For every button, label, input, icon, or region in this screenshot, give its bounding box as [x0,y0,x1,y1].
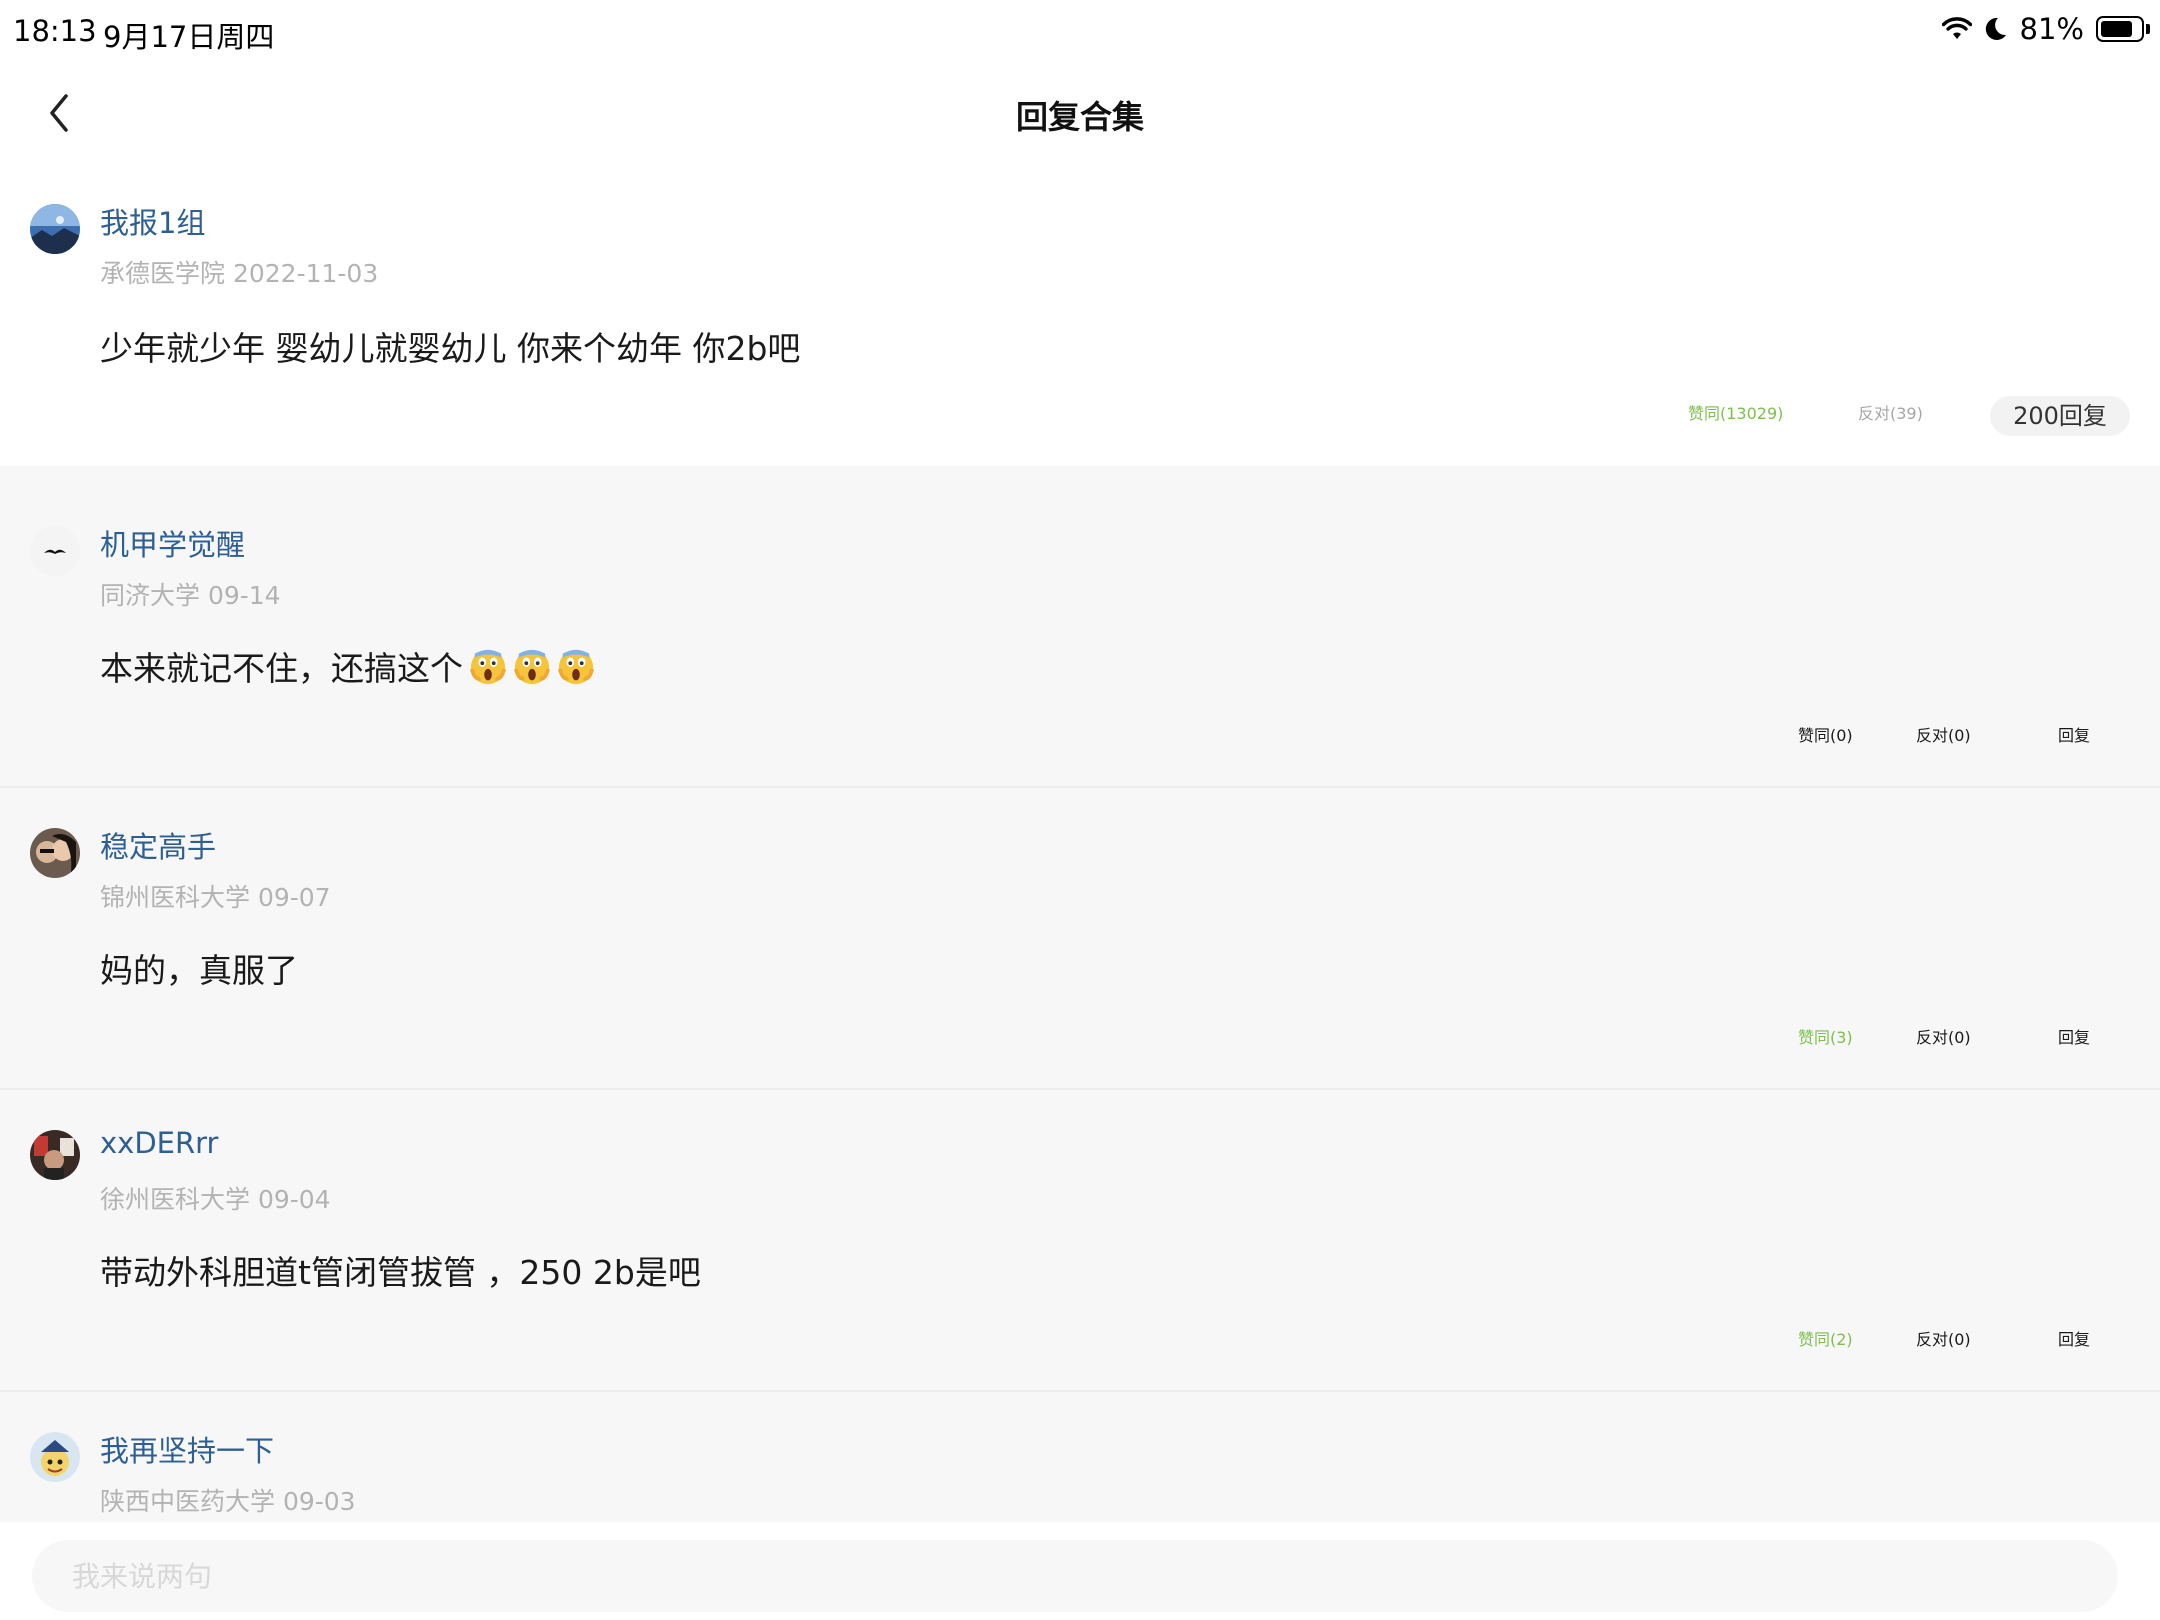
agree-button[interactable]: 赞同(0) [1798,722,1853,746]
reply-content: 妈的，真服了 [100,951,298,990]
status-indicators: 81% [1941,12,2150,46]
battery-icon [2096,16,2150,42]
agree-button[interactable]: 赞同(2) [1798,1326,1853,1350]
list-item: 机甲学觉醒 同济大学 09-14 本来就记不住，还搞这个 赞同(0) 反对(0)… [0,466,2160,788]
reply-content: 带动外科胆道t管闭管拔管 ，250 2b是吧 [100,1253,701,1292]
post-meta: 承德医学院 2022-11-03 [100,259,379,288]
page-title: 回复合集 [1015,98,1144,136]
list-item: 我再坚持一下 陕西中医药大学 09-03 [0,1392,2160,1522]
moon-icon [1985,17,2006,40]
reply-meta: 徐州医科大学 09-04 [100,1185,331,1214]
reply-button[interactable]: 回复 [2058,1024,2090,1048]
reply-list: 机甲学觉醒 同济大学 09-14 本来就记不住，还搞这个 赞同(0) 反对(0)… [0,466,2160,1522]
status-bar: 18:13 9月17日周四 81% [0,0,2160,64]
scream-emoji-icon [463,649,507,688]
status-date: 9月17日周四 [103,20,275,54]
scream-emoji-icon [551,649,595,688]
username[interactable]: 机甲学觉醒 [100,522,245,564]
avatar[interactable] [30,204,80,254]
reply-meta: 同济大学 09-14 [100,581,281,610]
reply-button[interactable]: 回复 [2058,1326,2090,1350]
oppose-button[interactable]: 反对(0) [1916,1326,1971,1350]
main-post: 我报1组 承德医学院 2022-11-03 少年就少年 婴幼儿就婴幼儿 你来个幼… [0,166,2160,465]
avatar[interactable] [30,1432,80,1482]
comment-input[interactable] [32,1540,2118,1612]
comment-bar [0,1522,2160,1620]
avatar[interactable] [30,526,80,576]
post-content: 少年就少年 婴幼儿就婴幼儿 你来个幼年 你2b吧 [100,329,801,368]
list-item: 稳定高手 锦州医科大学 09-07 妈的，真服了 赞同(3) 反对(0) 回复 [0,788,2160,1090]
username[interactable]: 我报1组 [100,200,205,242]
scream-emoji-icon [507,649,551,688]
reply-meta: 锦州医科大学 09-07 [100,883,331,912]
oppose-button[interactable]: 反对(39) [1858,400,1923,424]
reply-count-button[interactable]: 200回复 [1990,396,2130,436]
reply-text: 本来就记不住，还搞这个 [100,649,463,688]
avatar[interactable] [30,828,80,878]
reply-button[interactable]: 回复 [2058,722,2090,746]
oppose-button[interactable]: 反对(0) [1916,722,1971,746]
reply-meta: 陕西中医药大学 09-03 [100,1487,356,1516]
wifi-icon [1941,17,1972,39]
list-item: xxDERrr 徐州医科大学 09-04 带动外科胆道t管闭管拔管 ，250 2… [0,1090,2160,1392]
avatar[interactable] [30,1130,80,1180]
username[interactable]: 我再坚持一下 [100,1428,274,1470]
agree-button[interactable]: 赞同(3) [1798,1024,1853,1048]
oppose-button[interactable]: 反对(0) [1916,1024,1971,1048]
battery-percent: 81% [2019,12,2084,46]
nav-bar: 回复合集 [0,64,2160,166]
agree-button[interactable]: 赞同(13029) [1688,400,1783,424]
status-time: 18:13 [13,14,97,48]
username[interactable]: 稳定高手 [100,824,216,866]
username[interactable]: xxDERrr [100,1126,218,1160]
reply-content: 本来就记不住，还搞这个 [100,642,595,690]
